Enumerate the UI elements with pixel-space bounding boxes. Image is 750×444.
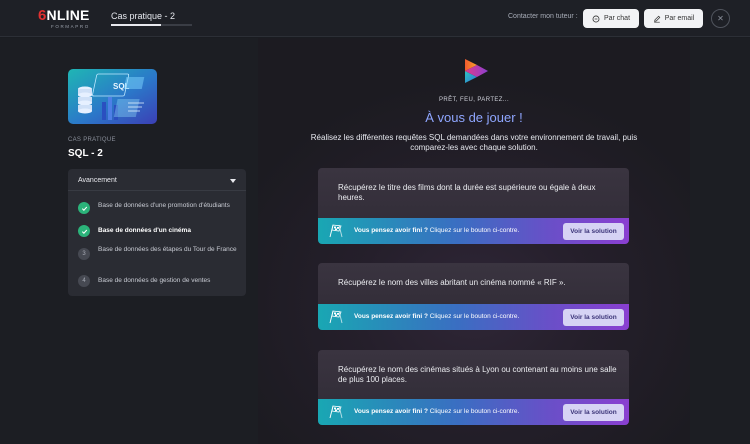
chat-bubble-icon <box>592 15 600 22</box>
exercise-card-2: Récupérez le nom des villes abritant un … <box>318 263 629 330</box>
footer-bold-text: Vous pensez avoir fini ? <box>354 227 428 234</box>
close-icon: ✕ <box>717 14 724 23</box>
play-logo-icon <box>465 59 488 83</box>
pencil-icon <box>653 15 661 23</box>
progress-step-4[interactable]: 4 Base de données de gestion de ventes <box>78 275 240 289</box>
case-title: SQL - 2 <box>68 148 103 159</box>
exercise-text: Récupérez le titre des films dont la dur… <box>338 183 596 202</box>
exercise-text: Récupérez le nom des cinémas situés à Ly… <box>338 365 617 384</box>
check-icon <box>78 202 90 214</box>
sidebar: SQL CAS PRATIQUE SQL - 2 Avancement Base… <box>0 38 258 444</box>
progress-panel: Avancement Base de données d'une promoti… <box>68 169 246 296</box>
progress-panel-header[interactable]: Avancement <box>68 169 246 191</box>
progress-step-2[interactable]: Base de données d'un cinéma <box>78 225 240 239</box>
chat-button[interactable]: Par chat <box>583 9 639 28</box>
footer-text: Cliquez sur le bouton ci-contre. <box>427 227 520 234</box>
kicker-text: PRÊT, FEU, PARTEZ... <box>438 97 510 103</box>
step-label: Base de données des étapes du Tour de Fr… <box>98 246 237 253</box>
logo-prefix: 6 <box>38 7 47 24</box>
right-margin <box>690 38 750 444</box>
intro-text: Réalisez les différentes requêtes SQL de… <box>310 133 638 152</box>
chat-button-label: Par chat <box>603 15 631 22</box>
contact-tutor-label: Contacter mon tuteur : <box>508 13 578 20</box>
footer-bold-text: Vous pensez avoir fini ? <box>354 408 428 415</box>
footer-text: Cliquez sur le bouton ci-contre. <box>427 313 520 320</box>
progress-title: Avancement <box>78 177 117 184</box>
step-label: Base de données d'une promotion d'étudia… <box>98 202 230 209</box>
page-title: À vous de jouer ! <box>425 110 523 125</box>
logo-wordmark: NLINE <box>46 7 90 23</box>
view-solution-button[interactable]: Voir la solution <box>563 223 624 240</box>
breadcrumb: Cas pratique - 2 <box>111 11 176 21</box>
view-solution-button[interactable]: Voir la solution <box>563 404 624 421</box>
step-number: 3 <box>78 248 90 260</box>
email-button-label: Par email <box>664 15 695 22</box>
logo-subtitle: FORMAPRO <box>51 24 90 29</box>
footer-text: Cliquez sur le bouton ci-contre. <box>427 408 520 415</box>
progress-step-3[interactable]: 3 Base de données des étapes du Tour de … <box>78 246 240 268</box>
breadcrumb-progress-fill <box>111 24 162 26</box>
checkered-flag-icon <box>329 405 343 419</box>
step-label: Base de données d'un cinéma <box>98 227 191 234</box>
email-button[interactable]: Par email <box>644 9 703 28</box>
checkered-flag-icon <box>329 224 343 238</box>
exercise-footer: Vous pensez avoir fini ? Cliquez sur le … <box>318 399 629 425</box>
chevron-down-icon[interactable] <box>230 179 236 183</box>
breadcrumb-progress <box>111 24 192 26</box>
footer-bold-text: Vous pensez avoir fini ? <box>354 313 428 320</box>
check-icon <box>78 225 90 237</box>
checkered-flag-icon <box>329 310 343 324</box>
view-solution-button[interactable]: Voir la solution <box>563 309 624 326</box>
exercise-footer: Vous pensez avoir fini ? Cliquez sur le … <box>318 304 629 330</box>
top-header: 6NLINE FORMAPRO Cas pratique - 2 Contact… <box>0 0 750 37</box>
exercise-card-3: Récupérez le nom des cinémas situés à Ly… <box>318 350 629 425</box>
exercise-card-1: Récupérez le titre des films dont la dur… <box>318 168 629 244</box>
exercise-text: Récupérez le nom des villes abritant un … <box>338 278 566 287</box>
course-illustration: SQL <box>68 69 157 124</box>
progress-step-1[interactable]: Base de données d'une promotion d'étudia… <box>78 202 240 224</box>
case-label: CAS PRATIQUE <box>68 137 116 143</box>
step-number: 4 <box>78 275 90 287</box>
brand-logo[interactable]: 6NLINE FORMAPRO <box>38 7 94 31</box>
exercise-footer: Vous pensez avoir fini ? Cliquez sur le … <box>318 218 629 244</box>
step-label: Base de données de gestion de ventes <box>98 277 211 284</box>
close-button[interactable]: ✕ <box>711 9 730 28</box>
